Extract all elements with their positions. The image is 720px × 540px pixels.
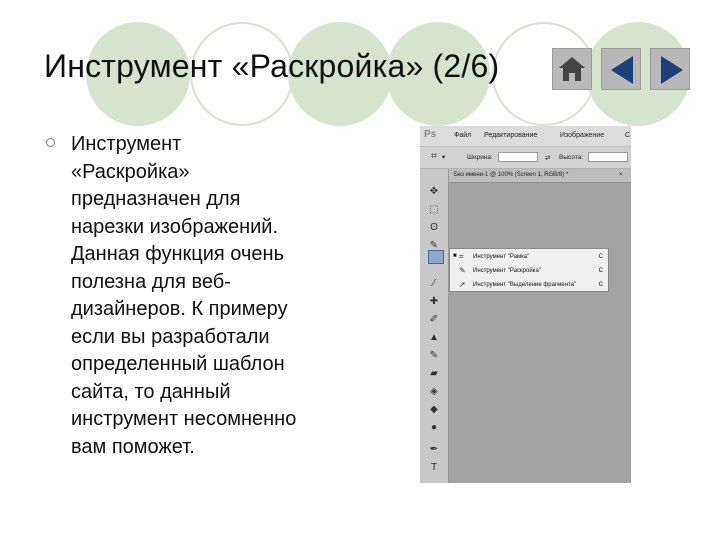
stamp-tool-icon[interactable]: ▲ xyxy=(426,331,442,345)
flyout-label: Инструмент "Раскройка" xyxy=(473,268,541,274)
ps-toolbox: ✥ ⬚ ʘ ✎ ⁄ ✚ ✐ ▲ ✎ ▰ ◈ ◆ ● ✒ T xyxy=(420,169,449,483)
bucket-tool-icon[interactable]: ◈ xyxy=(426,385,442,399)
dodge-tool-icon[interactable]: ● xyxy=(426,421,442,435)
home-button[interactable] xyxy=(552,48,592,90)
ps-tool-flyout: ■ ⌗ Инструмент "Рамка" C ✎ Инструмент "Р… xyxy=(449,248,609,292)
crop-tool-icon[interactable]: ⌗ xyxy=(428,150,440,164)
text-tool-icon[interactable]: T xyxy=(426,461,442,475)
ps-height-label: Высота: xyxy=(559,154,584,161)
body-line: «Раскройка» xyxy=(71,160,190,183)
body-line: определенный шаблон xyxy=(71,353,285,375)
body-line: дизайнеров. К примеру xyxy=(71,298,288,320)
triangle-left-icon xyxy=(611,56,633,84)
ps-document-tab-title: Без имени-1 @ 100% (Screen 1, RGB/8) * xyxy=(454,172,569,178)
ps-menu-item[interactable]: С xyxy=(625,132,630,139)
flyout-label: Инструмент "Рамка" xyxy=(473,254,530,260)
flyout-item-slice[interactable]: ✎ Инструмент "Раскройка" C xyxy=(450,264,608,278)
brush-tool-icon[interactable]: ✐ xyxy=(426,313,442,327)
ps-width-input[interactable] xyxy=(498,152,538,162)
healing-brush-tool-icon[interactable]: ✚ xyxy=(426,295,442,309)
ps-menu-item[interactable]: Изображение xyxy=(560,132,604,139)
prev-slide-button[interactable] xyxy=(601,48,641,90)
flyout-label: Инструмент "Выделение фрагмента" xyxy=(473,282,577,288)
slice-select-icon: ➚ xyxy=(459,280,466,289)
ps-canvas-area xyxy=(449,183,631,483)
photoshop-screenshot: Ps Файл Редактирование Изображение С ⌗ ▾… xyxy=(420,126,631,483)
ps-options-bar: ⌗ ▾ Ширина: ⇄ Высота: xyxy=(420,147,631,169)
slide-title: Инструмент «Раскройка» (2/6) xyxy=(44,48,500,84)
body-line: полезна для веб- xyxy=(71,270,231,293)
dropdown-arrow-icon[interactable]: ▾ xyxy=(442,153,445,161)
body-line: если вы разработали xyxy=(71,325,270,348)
body-line: Данная функция очень xyxy=(71,243,284,265)
history-brush-tool-icon[interactable]: ✎ xyxy=(426,349,442,363)
flyout-shortcut: C xyxy=(598,254,603,260)
eraser-tool-icon[interactable]: ▰ xyxy=(426,367,442,381)
body-line: нарезки изображений. xyxy=(71,215,279,238)
crop-icon: ⌗ xyxy=(459,252,464,261)
ps-menubar: Ps Файл Редактирование Изображение С xyxy=(420,126,631,147)
ps-menu-item[interactable]: Файл xyxy=(454,132,471,139)
eyedropper-tool-icon[interactable]: ⁄ xyxy=(426,277,442,291)
ps-height-input[interactable] xyxy=(588,152,628,162)
selected-square-icon: ■ xyxy=(453,253,457,259)
flyout-item-crop[interactable]: ■ ⌗ Инструмент "Рамка" C xyxy=(450,250,608,264)
blur-tool-icon[interactable]: ◆ xyxy=(426,403,442,417)
next-slide-button[interactable] xyxy=(650,48,690,90)
ps-logo: Ps xyxy=(424,129,437,140)
lasso-tool-icon[interactable]: ʘ xyxy=(426,221,442,235)
ps-document-tab[interactable]: Без имени-1 @ 100% (Screen 1, RGB/8) * × xyxy=(449,169,631,183)
flyout-shortcut: C xyxy=(598,282,603,288)
body-line: инструмент несомненно xyxy=(71,408,297,430)
pen-tool-icon[interactable]: ✒ xyxy=(426,443,442,457)
ps-width-label: Ширина: xyxy=(467,154,493,161)
crop-tool-selected-icon[interactable] xyxy=(428,250,444,264)
bullet-circle-icon xyxy=(46,138,55,147)
marquee-tool-icon[interactable]: ⬚ xyxy=(426,203,442,217)
body-line: Инструмент xyxy=(71,133,182,155)
close-icon[interactable]: × xyxy=(619,172,623,178)
body-line: сайта, то данный xyxy=(71,380,231,403)
move-tool-icon[interactable]: ✥ xyxy=(426,185,442,199)
flyout-item-slice-select[interactable]: ➚ Инструмент "Выделение фрагмента" C xyxy=(450,278,608,292)
body-line: предназначен для xyxy=(71,188,241,210)
body-line: вам поможет. xyxy=(71,435,195,458)
slice-icon: ✎ xyxy=(459,266,466,275)
swap-icon[interactable]: ⇄ xyxy=(545,154,550,162)
ps-menu-item[interactable]: Редактирование xyxy=(484,132,537,139)
flyout-shortcut: C xyxy=(598,268,603,274)
triangle-right-icon xyxy=(661,56,683,84)
slide-body-text: Инструмент «Раскройка» предназначен для … xyxy=(71,131,361,461)
